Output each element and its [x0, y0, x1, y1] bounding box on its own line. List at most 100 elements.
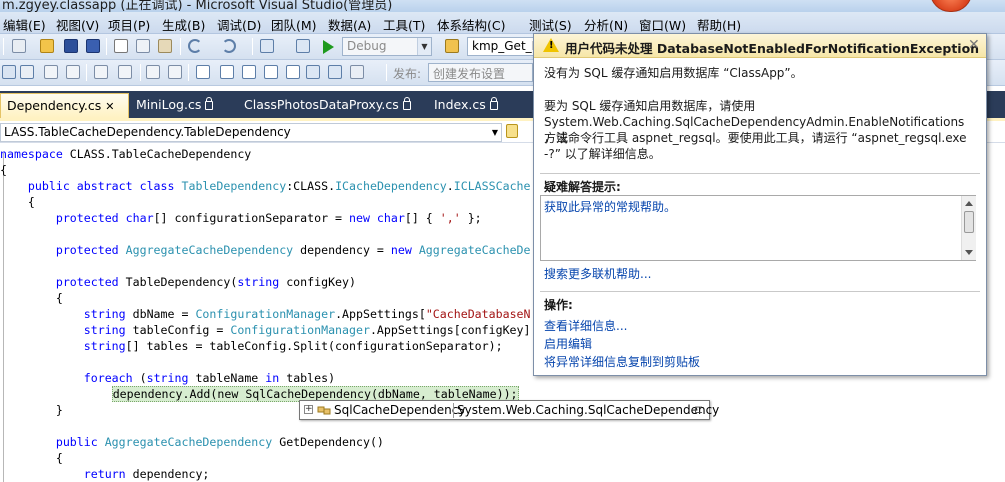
menu-edit[interactable]: 编辑(E): [3, 15, 46, 34]
member-icon: [506, 124, 518, 138]
code-line: foreach (string tableName in tables): [0, 370, 335, 386]
menu-debug[interactable]: 调试(D): [217, 15, 261, 34]
code-line: {: [0, 450, 63, 466]
view-detail-link[interactable]: 查看详细信息...: [544, 317, 627, 334]
menu-team[interactable]: 团队(M): [271, 15, 317, 34]
code-line: {: [0, 162, 7, 178]
tab-index-cs[interactable]: Index.cs: [428, 93, 504, 118]
search-online-help-link[interactable]: 搜索更多联机帮助...: [544, 265, 651, 282]
scroll-down-icon[interactable]: [965, 250, 973, 255]
menu-window[interactable]: 窗口(W): [639, 15, 686, 34]
menu-architecture[interactable]: 体系结构(C): [437, 15, 505, 34]
start-debugging-icon[interactable]: [323, 40, 334, 54]
clear-bookmarks-icon[interactable]: [350, 65, 364, 79]
quickinfo-tooltip[interactable]: + SqlCacheDependency System.Web.Caching.…: [299, 400, 719, 420]
chevron-down-icon: ▼: [491, 128, 499, 137]
close-icon[interactable]: ✕: [968, 37, 980, 53]
save-all-icon[interactable]: [86, 39, 100, 53]
paste-icon[interactable]: [158, 39, 172, 53]
solution-configuration-select[interactable]: Debug ▼: [342, 37, 432, 56]
publish-placeholder: 创建发布设置: [433, 67, 506, 81]
menu-tools[interactable]: 工具(T): [383, 15, 425, 34]
indent-icon[interactable]: [94, 65, 108, 79]
new-project-icon[interactable]: [12, 39, 26, 53]
tab-classphotosdataproxy-cs[interactable]: ClassPhotosDataProxy.cs: [238, 93, 417, 118]
toolbar-separator: [180, 38, 181, 55]
menu-project[interactable]: 项目(P): [108, 15, 150, 34]
comment-icon[interactable]: [146, 65, 160, 79]
troubleshooting-list[interactable]: 获取此异常的常规帮助。: [540, 195, 976, 261]
menu-help[interactable]: 帮助(H): [697, 15, 741, 34]
code-token: {: [0, 163, 7, 177]
code-line: {: [0, 194, 35, 210]
close-window-button[interactable]: [930, 0, 972, 12]
find-input[interactable]: kmp_Get_K: [467, 37, 537, 56]
bookmark-icon[interactable]: [196, 65, 210, 79]
chevron-down-icon: ▼: [417, 38, 431, 55]
code-token: namespace: [0, 147, 63, 161]
next-bookmark-doc-icon[interactable]: [328, 65, 342, 79]
copy-icon[interactable]: [136, 39, 150, 53]
tab-minilog-cs[interactable]: MiniLog.cs: [130, 93, 219, 118]
redo-icon[interactable]: [222, 39, 236, 53]
font-size-icon[interactable]: [44, 65, 58, 79]
format-icon[interactable]: [20, 65, 34, 79]
code-line: }: [0, 402, 63, 418]
find-in-files-icon[interactable]: [445, 39, 459, 53]
enable-editing-link[interactable]: 启用编辑: [544, 335, 592, 352]
troubleshooting-tip-link[interactable]: 获取此异常的常规帮助。: [544, 198, 676, 215]
code-token: AggregateCacheDe: [418, 243, 531, 257]
list-icon[interactable]: [66, 65, 80, 79]
menu-analyze[interactable]: 分析(N): [584, 15, 628, 34]
code-token: tables): [279, 371, 336, 385]
next-bookmark-folder-icon[interactable]: [286, 65, 300, 79]
next-bookmark-icon[interactable]: [242, 65, 256, 79]
code-token: {: [0, 195, 35, 209]
code-token: foreach: [0, 371, 133, 385]
code-line: public abstract class TableDependency:CL…: [0, 178, 531, 194]
previous-bookmark-icon[interactable]: [220, 65, 234, 79]
open-folder-icon[interactable]: [40, 39, 54, 53]
menu-test[interactable]: 测试(S): [529, 15, 572, 34]
code-token: (dbName, tableName));: [370, 387, 518, 401]
code-token: GetDependency(): [272, 435, 384, 449]
scroll-thumb[interactable]: [964, 211, 974, 233]
pin-icon[interactable]: ⊏: [694, 403, 703, 416]
menu-build[interactable]: 生成(B): [162, 15, 205, 34]
tab-dependency-cs[interactable]: Dependency.cs ✕: [0, 93, 129, 118]
code-token: new: [217, 387, 246, 401]
navigate-forward-icon[interactable]: [296, 39, 310, 53]
undo-icon[interactable]: [188, 39, 202, 53]
uncomment-icon[interactable]: [168, 65, 182, 79]
code-token: dependency;: [125, 467, 210, 481]
section-divider: [540, 291, 980, 292]
save-icon[interactable]: [64, 39, 78, 53]
code-line: namespace CLASS.TableCacheDependency: [0, 146, 251, 162]
scrollbar[interactable]: [961, 196, 976, 260]
previous-bookmark-folder-icon[interactable]: [264, 65, 278, 79]
publish-select[interactable]: 创建发布设置: [428, 63, 533, 82]
previous-bookmark-doc-icon[interactable]: [306, 65, 320, 79]
exception-header: ! 用户代码未处理 DatabaseNotEnabledForNotificat…: [534, 34, 986, 58]
type-dropdown[interactable]: LASS.TableCacheDependency.TableDependenc…: [0, 123, 502, 142]
code-token: configKey): [279, 275, 356, 289]
code-token: CLASS.TableCacheDependency: [62, 147, 252, 161]
code-line: public AggregateCacheDependency GetDepen…: [0, 434, 384, 450]
tab-label: Index.cs: [434, 97, 486, 112]
code-line: string[] tables = tableConfig.Split(conf…: [0, 338, 503, 354]
copy-exception-detail-link[interactable]: 将异常详细信息复制到剪贴板: [544, 353, 700, 370]
tab-label: MiniLog.cs: [136, 97, 202, 112]
cut-icon[interactable]: [114, 39, 128, 53]
outdent-icon[interactable]: [118, 65, 132, 79]
menu-bar: 编辑(E) 视图(V) 项目(P) 生成(B) 调试(D) 团队(M) 数据(A…: [0, 12, 1005, 34]
solution-configuration-value: Debug: [347, 39, 387, 53]
menu-view[interactable]: 视图(V): [56, 15, 99, 34]
navigate-backward-icon[interactable]: [260, 39, 274, 53]
expand-icon[interactable]: +: [304, 405, 313, 414]
menu-data[interactable]: 数据(A): [328, 15, 371, 34]
scroll-up-icon[interactable]: [965, 201, 973, 206]
code-token: string: [146, 371, 189, 385]
lock-icon: [489, 97, 498, 110]
pointer-icon[interactable]: [2, 65, 16, 79]
close-tab-icon[interactable]: ✕: [105, 100, 114, 113]
